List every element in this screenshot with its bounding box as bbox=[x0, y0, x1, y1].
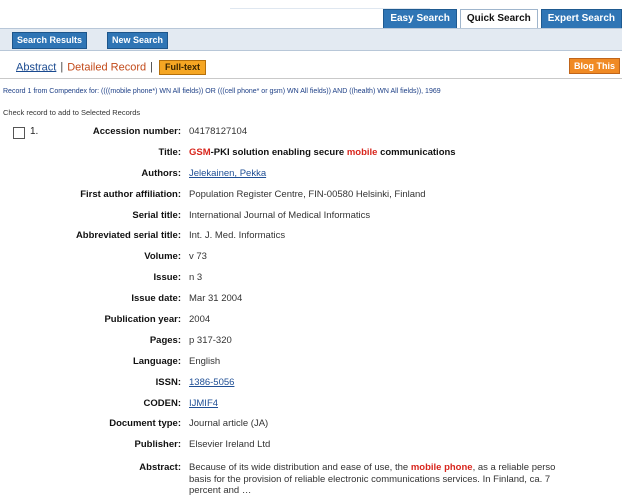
field-row: Issue date: Mar 31 2004 bbox=[0, 287, 622, 308]
tab-easy-search[interactable]: Easy Search bbox=[383, 9, 457, 28]
publication-year: 2004 bbox=[189, 314, 211, 326]
language: English bbox=[189, 355, 221, 367]
field-label: Publication year: bbox=[104, 314, 181, 326]
field-row: Serial title: International Journal of Me… bbox=[0, 204, 622, 225]
field-row: Document type: Journal article (JA) bbox=[0, 412, 622, 433]
field-row: Publication year: 2004 bbox=[0, 308, 622, 329]
highlight-term: mobile phone bbox=[410, 462, 473, 473]
field-row: Accession number: 04178127104 bbox=[0, 120, 622, 141]
field-label: Abstract: bbox=[139, 462, 181, 473]
abstract-text-part: , as a reliable perso bbox=[472, 462, 556, 473]
check-record-instruction: Check record to add to Selected Records bbox=[3, 108, 141, 117]
field-label: ISSN: bbox=[155, 376, 181, 388]
publisher: Elsevier Ireland Ltd bbox=[189, 439, 271, 451]
field-row: Abbreviated serial title: Int. J. Med. In… bbox=[0, 224, 622, 245]
field-label: Publisher: bbox=[134, 439, 181, 451]
field-label: CODEN: bbox=[143, 397, 181, 409]
tab-quick-search[interactable]: Quick Search bbox=[459, 9, 538, 28]
title-text: communications bbox=[377, 146, 456, 158]
field-row: Publisher: Elsevier Ireland Ltd bbox=[0, 433, 622, 454]
coden-link[interactable]: IJMIF4 bbox=[189, 398, 218, 409]
field-label: First author affiliation: bbox=[80, 188, 181, 200]
new-search-button[interactable]: New Search bbox=[107, 32, 169, 49]
tab-detailed-record[interactable]: Detailed Record bbox=[67, 61, 146, 73]
field-label: Document type: bbox=[109, 418, 181, 430]
highlight-term: GSM bbox=[189, 146, 211, 158]
field-label: Issue: bbox=[153, 272, 181, 284]
affiliation: Population Register Centre, FIN-00580 He… bbox=[189, 188, 426, 200]
abstract-text: Because of its wide distribution and eas… bbox=[189, 462, 622, 495]
field-row: Issue: n 3 bbox=[0, 266, 622, 287]
field-label: Pages: bbox=[149, 334, 181, 346]
abstract-text-part: Because of its wide distribution and eas… bbox=[189, 462, 411, 473]
record-query-line: Record 1 from Compendex for: ((((mobile … bbox=[3, 88, 441, 95]
search-results-button[interactable]: Search Results bbox=[12, 32, 88, 49]
abstract-text-part: basis for the provision of reliable elec… bbox=[189, 473, 551, 485]
record-fields: Accession number: 04178127104 Title: GSM-P… bbox=[0, 120, 622, 454]
field-row: Authors: Jelekainen, Pekka bbox=[0, 162, 622, 183]
serial-title: International Journal of Medical Informa… bbox=[189, 209, 371, 221]
issn-link[interactable]: 1386-5056 bbox=[189, 377, 234, 388]
author-link[interactable]: Jelekainen, Pekka bbox=[189, 168, 266, 179]
field-row: ISSN: 1386-5056 bbox=[0, 371, 622, 392]
highlight-term: mobile bbox=[346, 146, 378, 158]
results-toolbar: Search Results New Search bbox=[0, 28, 622, 51]
tab-abstract[interactable]: Abstract bbox=[16, 61, 56, 73]
field-label: Volume: bbox=[144, 251, 181, 263]
field-label: Abbreviated serial title: bbox=[75, 230, 181, 242]
title-text: -PKI solution enabling secure bbox=[210, 146, 347, 158]
volume: v 73 bbox=[189, 251, 207, 263]
blog-this-button[interactable]: Blog This bbox=[569, 58, 620, 74]
field-label: Serial title: bbox=[132, 209, 181, 221]
field-row: First author affiliation: Population Regi… bbox=[0, 183, 622, 204]
field-label: Authors: bbox=[141, 167, 181, 179]
document-type: Journal article (JA) bbox=[189, 418, 269, 430]
field-label: Accession number: bbox=[92, 126, 181, 137]
field-label: Language: bbox=[132, 355, 181, 367]
tab-separator: | bbox=[150, 61, 153, 74]
record-title: GSM-PKI solution enabling secure mobile … bbox=[189, 147, 456, 158]
search-mode-tabs: Easy Search Quick Search Expert Search bbox=[380, 9, 622, 29]
field-label: Issue date: bbox=[131, 293, 181, 305]
tab-separator: | bbox=[60, 61, 64, 74]
top-strip bbox=[0, 0, 622, 9]
abbreviated-serial-title: Int. J. Med. Informatics bbox=[189, 230, 286, 242]
field-row: Language: English bbox=[0, 350, 622, 371]
issue-date: Mar 31 2004 bbox=[189, 293, 243, 305]
record-view-tabs: Abstract | Detailed Record | Full-text bbox=[16, 60, 206, 76]
issue: n 3 bbox=[189, 272, 203, 284]
field-label: Title: bbox=[158, 146, 181, 158]
abstract-text-part: percent and … bbox=[189, 485, 252, 495]
tab-expert-search[interactable]: Expert Search bbox=[540, 9, 622, 28]
field-row: Pages: p 317-320 bbox=[0, 329, 622, 350]
full-text-button[interactable]: Full-text bbox=[158, 60, 206, 75]
divider bbox=[0, 78, 622, 79]
accession-number: 04178127104 bbox=[189, 126, 248, 137]
pages: p 317-320 bbox=[189, 334, 232, 346]
field-row: CODEN: IJMIF4 bbox=[0, 392, 622, 413]
top-divider bbox=[230, 0, 430, 9]
field-row: Volume: v 73 bbox=[0, 245, 622, 266]
field-row: Title: GSM-PKI solution enabling secure m… bbox=[0, 141, 622, 162]
